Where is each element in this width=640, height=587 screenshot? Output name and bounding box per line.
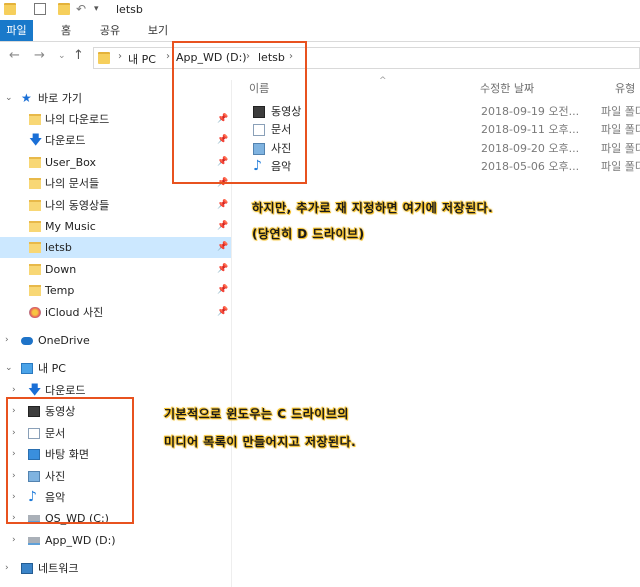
up-icon[interactable]: ↑	[73, 48, 84, 63]
column-header-type[interactable]: 유형	[615, 80, 635, 96]
network-icon	[21, 563, 33, 574]
sidebar-item-label: 나의 문서들	[45, 177, 100, 190]
download-icon: 🡇	[28, 383, 42, 398]
file-type: 파일 폴더	[601, 160, 640, 173]
customize-toolbar-icon[interactable]: ▾	[94, 3, 106, 15]
sidebar-item-app-drive[interactable]: › App_WD (D:)	[0, 530, 231, 551]
folder-icon	[29, 114, 41, 125]
folder-icon	[29, 264, 41, 275]
chevron-right-icon[interactable]: ›	[12, 530, 16, 551]
folder-icon	[29, 200, 41, 211]
pin-icon[interactable]: 📌	[217, 237, 228, 258]
title-bar: ↶ ▾ letsb	[0, 0, 640, 20]
chevron-right-icon: ›	[166, 51, 170, 62]
folder-icon	[29, 221, 41, 232]
annotation-note: (당연히 D 드라이브)	[252, 227, 365, 241]
file-type: 파일 폴더	[601, 123, 640, 136]
sidebar-item-label: User_Box	[45, 156, 97, 169]
forward-icon[interactable]: →	[34, 48, 45, 63]
pin-icon[interactable]: 📌	[217, 195, 228, 216]
sidebar-item-network[interactable]: › 네트워크	[0, 558, 231, 579]
sidebar-item-my-videos[interactable]: 나의 동영상들 📌	[0, 195, 231, 216]
file-date: 2018-09-19 오전...	[481, 105, 580, 118]
folder-icon	[4, 3, 16, 15]
file-date: 2018-09-11 오후...	[481, 123, 580, 136]
tab-file[interactable]: 파일	[0, 20, 33, 41]
folder-icon	[98, 52, 110, 64]
chevron-right-icon[interactable]: ›	[5, 558, 9, 579]
download-icon: 🡇	[29, 133, 43, 148]
sidebar-item-my-music[interactable]: My Music 📌	[0, 216, 231, 237]
folder-icon	[29, 285, 41, 296]
quick-access-label: 바로 가기	[38, 92, 82, 105]
icloud-icon	[29, 307, 41, 318]
computer-icon	[21, 363, 33, 374]
pin-icon[interactable]: 📌	[217, 302, 228, 323]
sidebar-item-label: letsb	[45, 241, 72, 254]
file-type: 파일 폴더	[601, 142, 640, 155]
back-icon[interactable]: ←	[9, 48, 20, 63]
sort-ascending-icon: ^	[379, 76, 387, 86]
pin-icon[interactable]: 📌	[217, 216, 228, 237]
sidebar-item-label: 다운로드	[45, 134, 86, 147]
tab-share[interactable]: 공유	[95, 20, 125, 41]
file-type: 파일 폴더	[601, 105, 640, 118]
sidebar-item-label: Down	[45, 263, 77, 276]
drive-icon	[28, 537, 40, 545]
tab-home[interactable]: 홈	[56, 20, 76, 41]
recent-locations-icon[interactable]: ⌄	[58, 51, 66, 61]
sidebar-item-icloud-photos[interactable]: iCloud 사진 📌	[0, 302, 231, 323]
folder-icon	[29, 178, 41, 189]
sidebar-item-temp[interactable]: Temp 📌	[0, 280, 231, 301]
chevron-down-icon[interactable]: ⌄	[5, 358, 13, 379]
navigation-bar: ← → ⌄ ↑ › 내 PC › App_WD (D:) › letsb ›	[0, 45, 640, 71]
folder-icon	[29, 242, 41, 253]
star-icon: ★	[21, 91, 32, 105]
chevron-right-icon: ›	[118, 51, 122, 62]
chevron-right-icon[interactable]: ›	[5, 330, 9, 351]
sidebar-item-down[interactable]: Down 📌	[0, 259, 231, 280]
window-title: letsb	[116, 3, 143, 16]
undo-icon[interactable]: ↶	[76, 3, 88, 15]
chevron-down-icon[interactable]: ⌄	[5, 88, 13, 109]
sidebar-item-label: My Music	[45, 220, 96, 233]
column-header-date[interactable]: 수정한 날짜	[480, 80, 534, 96]
ribbon-tabs: 파일 홈 공유 보기	[0, 20, 640, 42]
annotation-note: 하지만, 추가로 재 지정하면 여기에 저장된다.	[252, 201, 494, 215]
new-folder-icon[interactable]	[58, 3, 70, 15]
sidebar-item-onedrive[interactable]: › OneDrive	[0, 330, 231, 351]
sidebar-item-label: 네트워크	[38, 562, 79, 575]
sidebar-item-letsb[interactable]: letsb 📌	[0, 237, 231, 258]
breadcrumb-pc[interactable]: 내 PC	[128, 51, 156, 67]
highlight-box-address	[172, 41, 307, 184]
highlight-box-library	[6, 397, 134, 524]
sidebar-item-label: App_WD (D:)	[45, 534, 116, 547]
tab-view[interactable]: 보기	[143, 20, 173, 41]
folder-icon	[29, 157, 41, 168]
annotation-note: 기본적으로 윈도우는 C 드라이브의	[164, 407, 349, 421]
properties-icon[interactable]	[34, 3, 46, 15]
annotation-note: 미디어 목록이 만들어지고 저장된다.	[164, 435, 357, 449]
pin-icon[interactable]: 📌	[217, 259, 228, 280]
cloud-icon	[21, 337, 33, 345]
sidebar-item-this-pc[interactable]: ⌄ 내 PC	[0, 358, 231, 379]
sidebar-item-label: iCloud 사진	[45, 306, 104, 319]
file-date: 2018-05-06 오후...	[481, 160, 580, 173]
sidebar-item-label: OneDrive	[38, 334, 90, 347]
sidebar-item-label: 내 PC	[38, 362, 66, 375]
file-date: 2018-09-20 오후...	[481, 142, 580, 155]
sidebar-item-label: 나의 동영상들	[45, 199, 110, 212]
sidebar-item-label: 나의 다운로드	[45, 113, 110, 126]
pin-icon[interactable]: 📌	[217, 280, 228, 301]
sidebar-item-label: Temp	[45, 284, 75, 297]
